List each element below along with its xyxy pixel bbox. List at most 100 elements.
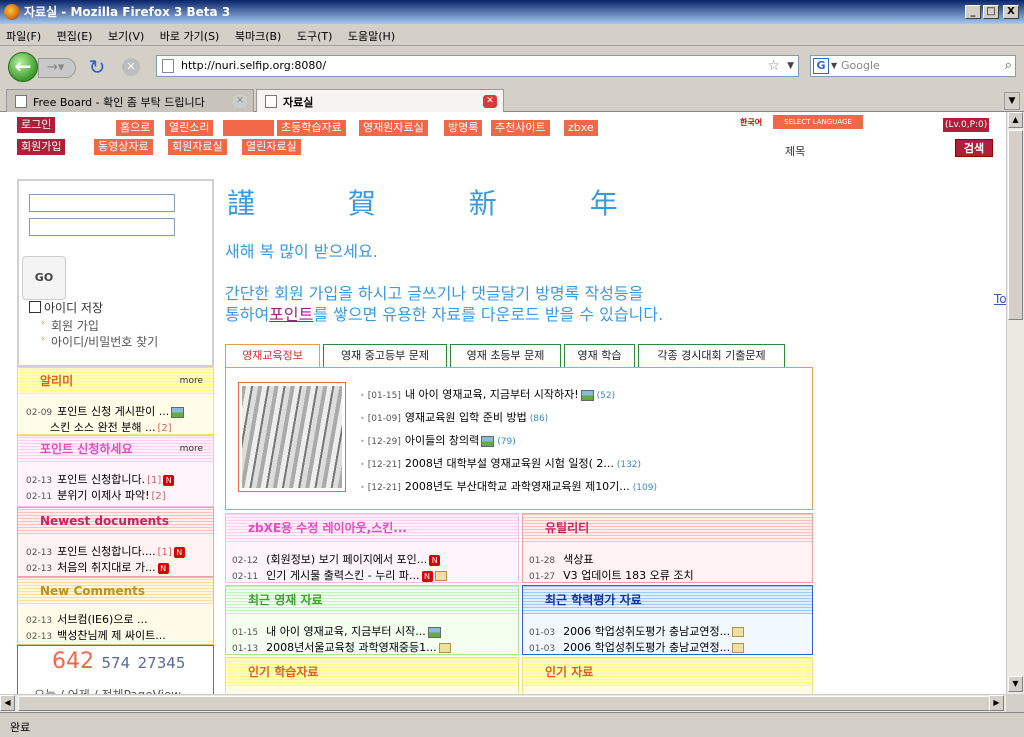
new-icon: N	[421, 570, 433, 582]
nav-gifted-archive[interactable]: 영재원자료실	[359, 120, 428, 136]
find-account-link[interactable]: 아이디/비밀번호 찾기	[51, 333, 158, 350]
nav-guestbook[interactable]: 방명록	[444, 120, 483, 136]
tab-middle-high[interactable]: 영재 중고등부 문제	[323, 344, 447, 368]
menu-history[interactable]: 바로 가기(S)	[154, 24, 226, 48]
list-item[interactable]: 01-13 2008년서울교육청 과학영재중등1...	[226, 640, 518, 654]
tab-close-icon[interactable]: ✕	[483, 95, 497, 108]
list-item[interactable]: 02-13 처음의 취지대로 가... N	[18, 560, 213, 576]
menu-help[interactable]: 도움말(H)	[342, 24, 401, 48]
eval-box-title: 최근 학력평가 자료	[545, 593, 642, 607]
point-request-more-link[interactable]: more	[180, 436, 203, 462]
news-item[interactable]: • [12-21] 2008년도 부산대학교 과학영재교육원 제10기... (109…	[360, 478, 657, 494]
search-magnifier-icon[interactable]: ⌕	[1005, 56, 1012, 76]
tab-elementary[interactable]: 영재 초등부 문제	[450, 344, 561, 368]
firefox-icon	[4, 4, 20, 20]
list-item[interactable]: 01-27 V3 업데이트 183 오류 조치	[523, 568, 812, 582]
user-id-input[interactable]	[29, 194, 175, 212]
back-arrow-icon[interactable]: ←	[8, 52, 38, 82]
news-item[interactable]: • [01-09] 영재교육원 입학 준비 방법 (86)	[360, 409, 548, 425]
popular-study-box: 인기 학습자료	[225, 657, 519, 694]
point-request-title: 포인트 신청하세요	[40, 442, 133, 456]
url-dropdown-icon[interactable]: ▼	[787, 56, 794, 76]
close-window-button[interactable]: X	[1003, 5, 1019, 19]
menu-bar: 파일(F) 편집(E) 보기(V) 바로 가기(S) 북마크(B) 도구(T) …	[0, 24, 1024, 46]
scroll-right-icon[interactable]: ▶	[989, 695, 1004, 711]
scroll-thumb[interactable]	[18, 696, 993, 711]
notice-more-link[interactable]: more	[180, 368, 203, 394]
news-item[interactable]: • [12-29] 아이들의 창의력 (79)	[360, 432, 516, 448]
list-item[interactable]: 02-11 인기 게시물 출력스킨 - 누리 파... N	[226, 568, 518, 582]
list-item[interactable]: 02-13 포인트 신청합니다. [1] N	[18, 472, 213, 488]
list-item[interactable]: 02-11 분위기 이제사 파악! [2]	[18, 488, 213, 504]
nav-open-archive[interactable]: 열린자료실	[242, 139, 301, 155]
bookmark-star-icon[interactable]: ☆	[767, 56, 780, 76]
nav-member-archive[interactable]: 회원자료실	[168, 139, 227, 155]
news-item[interactable]: • [01-15] 내 아이 영재교육, 지금부터 시작하자! (52)	[360, 386, 615, 402]
vertical-scrollbar[interactable]: ▲ ▼	[1006, 112, 1024, 694]
popular-archive-title: 인기 자료	[545, 665, 594, 679]
list-item[interactable]: 01-03 2006 학업성취도평가 충남교연정...	[523, 624, 812, 640]
nav-home[interactable]: 홈으로	[116, 120, 155, 136]
list-item[interactable]: 01-28 색상표	[523, 552, 812, 568]
point-link[interactable]: 포인트	[269, 305, 313, 324]
join-link[interactable]: 회원 가입	[51, 317, 99, 334]
list-item[interactable]: 02-13 백성찬님께 제 싸이트...	[18, 628, 213, 644]
restore-button[interactable]: □	[983, 5, 999, 19]
tab-bar: Free Board - 확인 좀 부탁 드립니다 ✕ 자료실 ✕	[0, 86, 1024, 112]
search-bar[interactable]: G ▼ Google ⌕	[810, 55, 1016, 77]
nav-zbxe[interactable]: zbxe	[564, 120, 598, 136]
menu-tools[interactable]: 도구(T)	[291, 24, 339, 48]
tab-gifted-info[interactable]: 영재교육정보	[225, 344, 320, 368]
list-item[interactable]: 스킨 소스 완전 분해 ... [2]	[18, 420, 213, 434]
list-item[interactable]: 01-15 내 아이 영재교육, 지금부터 시작...	[226, 624, 518, 640]
tab-label: Free Board - 확인 좀 부탁 드립니다	[33, 96, 205, 109]
list-item[interactable]: 02-12 (회원정보) 보기 페이지에서 포인... N	[226, 552, 518, 568]
menu-bookmarks[interactable]: 북마크(B)	[229, 24, 288, 48]
login-go-button[interactable]: GO	[22, 256, 66, 300]
forward-arrow-icon[interactable]: →▾	[38, 58, 76, 78]
image-icon	[481, 435, 495, 447]
menu-edit[interactable]: 편집(E)	[51, 24, 99, 48]
tab-gifted-study[interactable]: 영재 학습	[564, 344, 635, 368]
tab-contest[interactable]: 각종 경시대회 기출문제	[638, 344, 785, 368]
menu-view[interactable]: 보기(V)	[102, 24, 150, 48]
list-item[interactable]: 02-13 포인트 신청합니다.... [1] N	[18, 544, 213, 560]
language-label: 한국어	[740, 118, 763, 127]
menu-file[interactable]: 파일(F)	[0, 24, 47, 48]
minimize-button[interactable]: _	[965, 5, 981, 19]
list-item[interactable]: 01-03 2006 학업성취도평가 충남교연정...	[523, 640, 812, 654]
nav-elementary[interactable]: 초등학습자료	[277, 120, 346, 136]
list-item[interactable]: 02-13 서브컴(IE6)으로 ...	[18, 612, 213, 628]
scroll-up-icon[interactable]: ▲	[1008, 112, 1023, 128]
list-item[interactable]: 02-09 포인트 신청 게시판이 ...	[18, 404, 213, 420]
horizontal-scrollbar[interactable]: ◀ ▶	[0, 694, 1006, 712]
scroll-left-icon[interactable]: ◀	[0, 695, 15, 711]
eval-box: 최근 학력평가 자료 01-03 2006 학업성취도평가 충남교연정... 01…	[522, 585, 813, 655]
nav-video[interactable]: 동영상자료	[94, 139, 153, 155]
reload-icon[interactable]: ↻	[86, 56, 108, 78]
right-cut-link[interactable]: To	[994, 292, 1006, 306]
scroll-down-icon[interactable]: ▼	[1008, 676, 1023, 692]
news-item[interactable]: • [12-21] 2008년 대학부설 영재교육원 시험 일정( 2... (132…	[360, 455, 641, 471]
password-input[interactable]	[29, 218, 175, 236]
google-icon[interactable]: G	[813, 58, 829, 74]
engine-dropdown-icon[interactable]: ▼	[831, 56, 837, 76]
url-text: http://nuri.selfip.org:8080/	[181, 59, 327, 72]
pencils-thumbnail[interactable]	[238, 382, 346, 492]
url-bar[interactable]: http://nuri.selfip.org:8080/ ☆ ▼	[156, 55, 799, 77]
join-button[interactable]: 회원가입	[17, 139, 66, 155]
select-language-button[interactable]: SELECT LANGUAGE	[773, 115, 863, 129]
tab-archive[interactable]: 자료실 ✕	[256, 89, 504, 112]
nav-blank[interactable]	[223, 120, 274, 136]
image-icon	[427, 626, 441, 638]
stop-icon[interactable]: ✕	[122, 58, 140, 76]
tab-list-dropdown-icon[interactable]: ▼	[1004, 92, 1020, 110]
login-button[interactable]: 로그인	[17, 117, 56, 133]
tab-close-icon[interactable]: ✕	[233, 95, 247, 108]
nav-open-voice[interactable]: 열린소리	[165, 120, 214, 136]
save-id-checkbox[interactable]	[29, 301, 41, 313]
site-search-button[interactable]: 검색	[955, 139, 993, 157]
scroll-thumb[interactable]	[1008, 130, 1023, 320]
tab-free-board[interactable]: Free Board - 확인 좀 부탁 드립니다 ✕	[6, 89, 254, 112]
nav-recommend[interactable]: 추천사이트	[491, 120, 550, 136]
